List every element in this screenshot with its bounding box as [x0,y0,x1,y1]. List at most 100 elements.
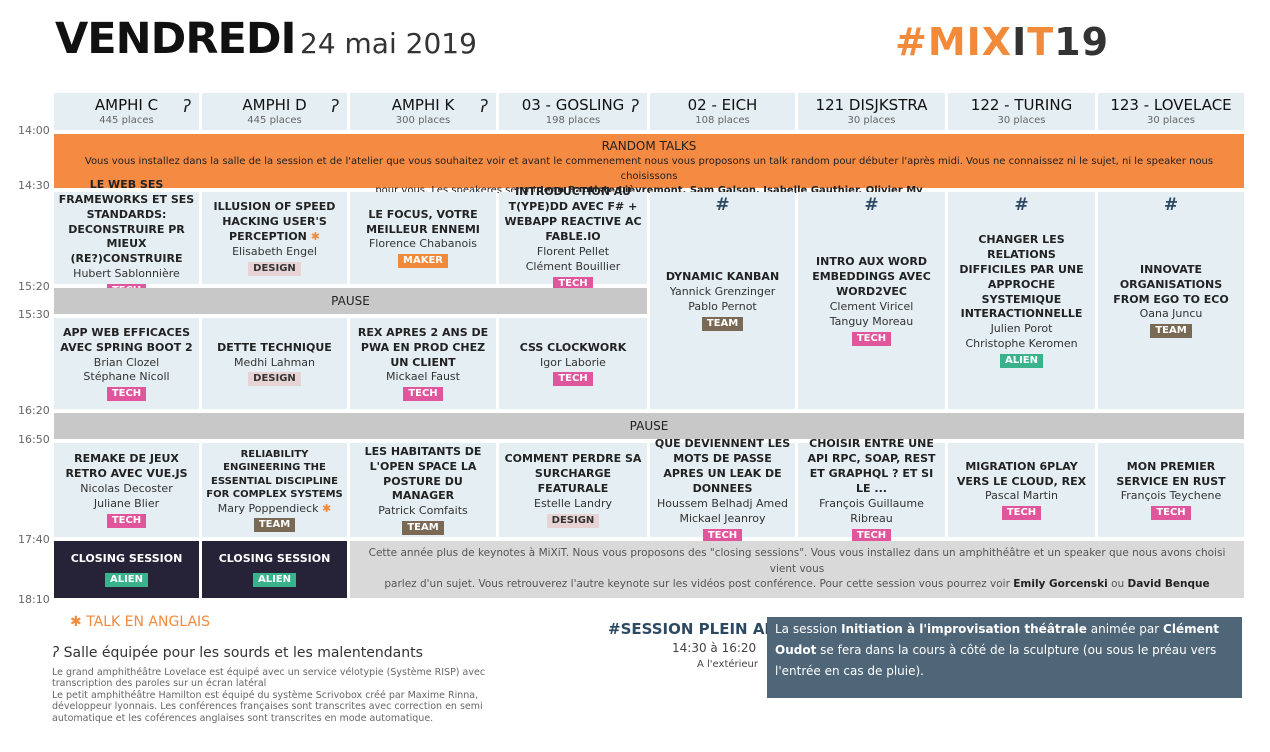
pause-bar: PAUSE [54,413,1244,439]
track-tag: ALIEN [252,573,297,587]
room-header: AMPHI C 445 places ʔ [54,93,199,130]
time-label: 14:30 [18,179,50,192]
track-tag: TECH [553,372,593,387]
room-seats: 300 places [395,114,451,126]
session-card[interactable]: # CHANGER LES RELATIONS DIFFICILES PAR U… [948,192,1095,409]
session-card[interactable]: CSS CLOCKWORK Igor Laborie TECH [499,318,647,409]
time-label: 16:50 [18,433,50,446]
time-label: 17:40 [18,533,50,546]
ear-icon: ʔ [52,645,60,661]
session-speakers: Patrick Comfaits [378,504,468,518]
session-card[interactable]: REX APRES 2 ANS DE PWA EN PROD CHEZ UN C… [350,318,496,409]
session-title: LE WEB SES FRAMEWORKS ET SES STANDARDS: … [58,178,195,266]
room-header: AMPHI K 300 places ʔ [350,93,496,130]
session-card[interactable]: MON PREMIER SERVICE EN RUST François Tey… [1098,443,1244,537]
session-card[interactable]: INTRODUCTION AU T(YPE)DD AVEC F# + WEBAP… [499,185,647,291]
session-title: APP WEB EFFICACES AVEC SPRING BOOT 2 [60,325,193,354]
random-talks-banner: RANDOM TALKS Vous vous installez dans la… [54,134,1244,196]
track-tag: TECH [1151,506,1191,521]
room-name: AMPHI D [242,96,307,114]
asterisk-icon: ✱ [321,501,332,515]
plein-air-title: #SESSION PLEIN AIR [608,620,782,638]
track-tag: ALIEN [999,353,1044,368]
room-seats: 445 places [247,114,302,126]
session-card[interactable]: LES HABITANTS DE L'OPEN SPACE LA POSTURE… [350,443,496,537]
keynote-speaker: Emily Gorcenski [1013,578,1108,591]
room-header: 122 - TURING 30 places [948,93,1095,130]
session-card[interactable]: ILLUSION OF SPEED HACKING USER'S PERCEPT… [202,192,347,284]
session-speakers: Oana Juncu [1139,307,1203,321]
session-speakers: Julien Porot Christophe Keromen [965,322,1078,351]
session-card[interactable]: QUE DEVIENNENT LES MOTS DE PASSE APRES U… [650,437,795,543]
session-speakers: Hubert Sablonnière [73,267,180,281]
session-speakers: Medhi Lahman [233,355,316,369]
session-title: INTRODUCTION AU T(YPE)DD AVEC F# + WEBAP… [504,185,642,243]
keynote-info: Cette année plus de keynotes à MiXiT. No… [350,541,1244,598]
time-label: 18:10 [18,593,50,606]
session-title: COMMENT PERDRE SA SURCHARGE FEATURALE [504,452,642,495]
session-speakers: Mary Poppendieck ✱ [217,501,332,515]
track-tag: TECH [106,513,147,528]
plein-air-session: Initiation à l'improvisation théâtrale [841,622,1087,636]
session-title: INTRO AUX WORD EMBEDDINGS AVEC WORD2VEC [812,255,931,299]
closing-session-card[interactable]: CLOSING SESSION ALIEN [54,541,199,598]
track-tag: MAKER [398,254,448,269]
session-card[interactable]: RELIABILITY ENGINEERING THE ESSENTIAL DI… [202,443,347,537]
track-tag: TEAM [1150,324,1192,339]
legend-accessibility-notes: Le grand amphithéâtre Lovelace est équip… [52,667,502,724]
session-card[interactable]: LE FOCUS, VOTRE MEILLEUR ENNEMI Florence… [350,192,496,284]
session-card[interactable]: CHOISIR ENTRE UNE API RPC, SOAP, REST ET… [798,437,945,543]
room-header: AMPHI D 445 places ʔ [202,93,347,130]
session-title: LES HABITANTS DE L'OPEN SPACE LA POSTURE… [364,444,482,503]
legend-talk-english: ✱ TALK EN ANGLAIS [70,614,211,630]
logo-hash: #MIX [895,20,1013,64]
random-talks-text: Vous vous installez dans la salle de la … [84,156,1214,182]
ear-icon: ʔ [182,97,191,117]
session-title: DETTE TECHNIQUE [217,340,332,354]
plein-air-location: A l'extérieur [697,659,759,670]
room-header: 121 DISJKSTRA 30 places [798,93,945,130]
logo-t: T [1027,20,1055,64]
legend-ear: ʔ Salle équipée pour les sourds et les m… [52,645,423,661]
room-name: 122 - TURING [970,96,1073,114]
ear-icon: ʔ [330,97,339,117]
session-card[interactable]: APP WEB EFFICACES AVEC SPRING BOOT 2 Bri… [54,318,199,409]
keynote-text2: parlez d'un sujet. Vous retrouverez l'au… [384,578,1014,591]
session-card[interactable]: # INTRO AUX WORD EMBEDDINGS AVEC WORD2VE… [798,192,945,409]
logo-i: I [1012,20,1028,64]
keynote-speaker: David Benque [1127,578,1210,591]
ear-icon: ʔ [479,97,488,117]
session-card[interactable]: DETTE TECHNIQUE Medhi Lahman DESIGN [202,318,347,409]
session-speakers: Florence Chabanois [368,237,478,251]
room-header: 03 - GOSLING 198 places ʔ [499,93,647,130]
room-seats: 30 places [847,114,896,126]
room-name: AMPHI C [94,96,159,114]
closing-session-card[interactable]: CLOSING SESSION ALIEN [202,541,347,598]
session-speakers: Elisabeth Engel [232,244,317,258]
page-title: VENDREDI [55,14,297,64]
session-card[interactable]: LE WEB SES FRAMEWORKS ET SES STANDARDS: … [54,178,199,298]
asterisk-icon: ✱ [70,614,82,630]
session-card[interactable]: COMMENT PERDRE SA SURCHARGE FEATURALE Es… [499,443,647,537]
session-card[interactable]: REMAKE DE JEUX RETRO AVEC VUE.JS Nicolas… [54,443,199,537]
plein-air-description: La session Initiation à l'improvisation … [767,617,1242,698]
plein-air-time: 14:30 à 16:20 [672,641,757,655]
logo-year: 19 [1054,20,1110,64]
session-card[interactable]: # INNOVATE ORGANISATIONS FROM EGO TO ECO… [1098,192,1244,409]
session-card[interactable]: # DYNAMIC KANBAN Yannick Grenzinger Pablo… [650,192,795,409]
room-name: 121 DISJKSTRA [815,96,928,114]
track-tag: TECH [403,387,443,402]
session-speakers: Pascal Martin [984,489,1059,503]
session-speakers: Nicolas Decoster Juliane Blier [80,482,173,510]
legend-note: Le petit amphithéâtre Hamilton est équip… [52,689,483,724]
track-tag: TEAM [253,518,296,533]
room-name: 123 - LOVELACE [1110,96,1232,114]
room-seats: 198 places [545,114,601,126]
session-speakers: Estelle Landry [534,496,612,510]
ear-icon: ʔ [630,97,639,117]
track-tag: TEAM [701,316,744,331]
hashtag-icon: # [1163,195,1179,215]
session-card[interactable]: MIGRATION 6PLAY VERS LE CLOUD, REX Pasca… [948,443,1095,537]
hashtag-icon: # [1014,195,1029,215]
room-seats: 445 places [99,114,154,126]
